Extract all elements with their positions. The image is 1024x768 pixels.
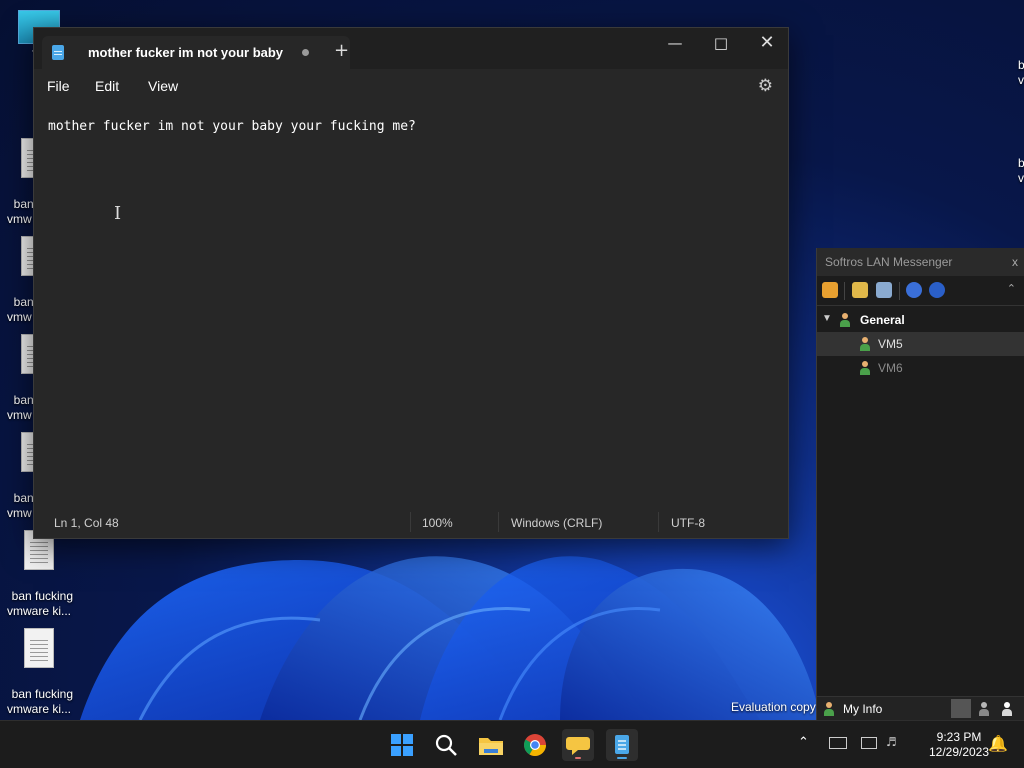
chevron-up-icon[interactable]: ⌃ <box>1007 282 1016 295</box>
menu-edit[interactable]: Edit <box>95 78 119 94</box>
notification-bell-icon[interactable]: 🔔 <box>988 734 1008 753</box>
clock-date: 12/29/2023 <box>928 745 990 759</box>
messenger-title: Softros LAN Messenger <box>825 255 953 269</box>
evaluation-watermark: Evaluation copy <box>731 700 816 714</box>
lan-messenger-window: Softros LAN Messenger x ⌃ ▼ General VM5 … <box>816 248 1024 720</box>
text-cursor-icon: I <box>114 203 122 224</box>
file-explorer-button[interactable] <box>475 729 507 761</box>
editor-content: mother fucker im not your baby your fuck… <box>48 119 416 134</box>
desktop-icon-label-fragment: b <box>1018 58 1024 72</box>
status-online-icon[interactable] <box>951 699 971 718</box>
desktop-icon-file[interactable]: ban fucking vmware ki... <box>0 598 78 717</box>
zoom-level[interactable]: 100% <box>422 516 453 530</box>
messenger-bottom-bar: My Info <box>817 696 1024 720</box>
status-divider <box>410 512 411 532</box>
text-editor[interactable]: mother fucker im not your baby your fuck… <box>34 103 788 508</box>
settings-icon[interactable] <box>822 282 838 298</box>
status-divider <box>498 512 499 532</box>
group-general[interactable]: ▼ General <box>817 308 1024 332</box>
encoding[interactable]: UTF-8 <box>671 516 705 530</box>
desktop-icon-label-fragment: b <box>1018 156 1024 170</box>
new-tab-button[interactable]: + <box>334 42 349 60</box>
folder-icon[interactable] <box>852 282 868 298</box>
messenger-toolbar: ⌃ <box>817 276 1024 306</box>
toolbar-divider <box>844 282 845 300</box>
maximize-button[interactable]: □ <box>698 28 744 58</box>
unsaved-dot-icon[interactable] <box>302 49 309 56</box>
contact-name: VM5 <box>878 337 903 351</box>
notepad-tab[interactable]: mother fucker im not your baby yo <box>42 36 350 69</box>
group-name: General <box>860 313 905 327</box>
contact-item[interactable]: VM5 <box>817 332 1024 356</box>
tab-title: mother fucker im not your baby yo <box>88 45 284 60</box>
text-file-icon <box>24 628 54 668</box>
history-icon[interactable] <box>876 282 892 298</box>
cursor-position: Ln 1, Col 48 <box>54 516 119 530</box>
speaker-muted-icon[interactable]: ♬ <box>886 735 897 749</box>
help-icon[interactable] <box>906 282 922 298</box>
toolbar-divider <box>899 282 900 300</box>
folder-icon <box>479 738 503 755</box>
chevron-down-icon[interactable]: ▼ <box>822 313 832 324</box>
taskbar: ⌃ ♬ 9:23 PM 12/29/2023 🔔 <box>0 720 1024 768</box>
notepad-window: mother fucker im not your baby yo + — □ … <box>33 27 789 539</box>
menu-file[interactable]: File <box>47 78 70 94</box>
messenger-titlebar[interactable]: Softros LAN Messenger x <box>817 248 1024 276</box>
status-divider <box>658 512 659 532</box>
status-offline-icon[interactable] <box>1001 702 1013 716</box>
status-away-icon[interactable] <box>978 702 990 716</box>
settings-gear-icon[interactable]: ⚙ <box>758 76 773 96</box>
tray-chevron-up-icon[interactable]: ⌃ <box>798 735 809 750</box>
contact-item[interactable]: VM6 <box>817 356 1024 380</box>
menu-bar: File Edit View ⚙ <box>34 69 788 103</box>
my-info-icon <box>823 702 835 716</box>
notepad-titlebar[interactable]: mother fucker im not your baby yo + — □ … <box>34 28 788 69</box>
network-disconnected-icon[interactable] <box>829 737 847 749</box>
start-button[interactable] <box>386 729 418 761</box>
lan-messenger-button[interactable] <box>562 729 594 761</box>
contact-name: VM6 <box>878 361 903 375</box>
user-icon <box>859 337 871 351</box>
monitor-icon[interactable] <box>861 737 877 749</box>
menu-view[interactable]: View <box>148 78 178 94</box>
group-icon <box>839 313 851 327</box>
clock[interactable]: 9:23 PM 12/29/2023 <box>920 730 998 760</box>
close-button[interactable]: ✕ <box>744 28 790 58</box>
clock-time: 9:23 PM <box>936 730 982 744</box>
user-icon <box>859 361 871 375</box>
contact-tree: ▼ General VM5 VM6 <box>817 308 1024 380</box>
messenger-close-button[interactable]: x <box>1012 255 1018 269</box>
notepad-icon <box>615 735 629 759</box>
desktop-icon-label-fragment: v <box>1018 171 1024 185</box>
chrome-icon <box>524 734 546 756</box>
minimize-button[interactable]: — <box>652 28 698 58</box>
search-icon <box>435 734 457 756</box>
search-button[interactable] <box>430 729 462 761</box>
desktop-icon-label-fragment: v <box>1018 73 1024 87</box>
my-info-button[interactable]: My Info <box>843 702 882 716</box>
status-bar: Ln 1, Col 48 100% Windows (CRLF) UTF-8 <box>34 508 788 538</box>
windows-logo-icon <box>391 734 413 756</box>
notepad-taskbar-button[interactable] <box>606 729 638 761</box>
info-icon[interactable] <box>929 282 945 298</box>
notepad-icon <box>52 45 64 60</box>
line-ending[interactable]: Windows (CRLF) <box>511 516 602 530</box>
chrome-button[interactable] <box>519 729 551 761</box>
chat-bubble-icon <box>566 737 590 759</box>
